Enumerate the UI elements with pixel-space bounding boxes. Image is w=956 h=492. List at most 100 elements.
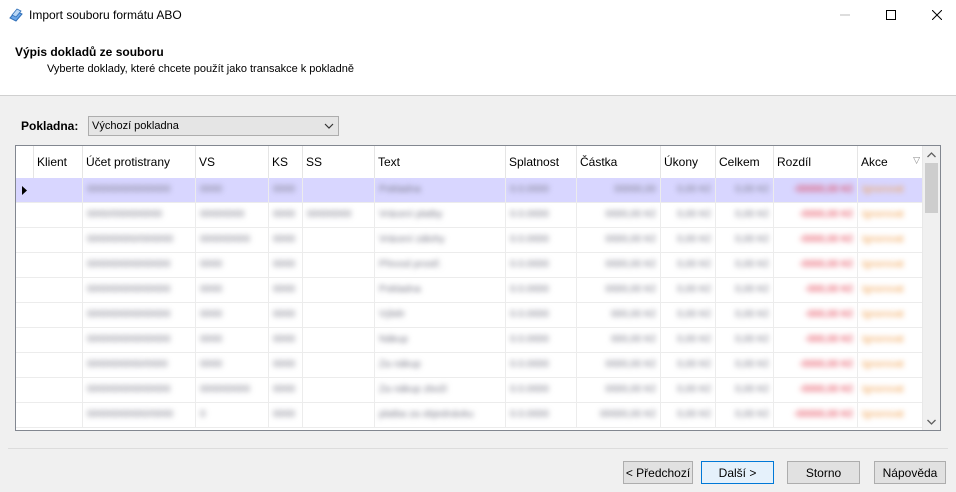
table-row[interactable]: 00000000000/0000 0 0000 platba za objednávk… [16, 403, 924, 428]
table-row[interactable]: 000000000000000 0000 0000 Převod prostř. 0.0… [16, 253, 924, 278]
cell-klient[interactable] [34, 278, 83, 303]
cell-ks[interactable]: 0000 [269, 353, 303, 378]
cell-klient[interactable] [34, 178, 83, 203]
table-row[interactable]: 000000000000000 0000 0000 Nákup 0.0.0000 000,… [16, 328, 924, 353]
cell-ks[interactable]: 0000 [269, 303, 303, 328]
cell-akce[interactable]: Ignorovat [858, 278, 924, 303]
cell-castka[interactable]: 0000,00 Kč [577, 278, 661, 303]
column-header-akce[interactable]: Akce ▽ [858, 146, 924, 178]
cell-akce[interactable]: Ignorovat [858, 203, 924, 228]
cell-celkem[interactable]: 0,00 Kč [716, 228, 774, 253]
table-row[interactable]: 0000/000000000 00000000 0000 00000000 Vrácen… [16, 203, 924, 228]
cell-klient[interactable] [34, 253, 83, 278]
cell-ucet[interactable]: 000000000000000 [83, 278, 196, 303]
cell-klient[interactable] [34, 203, 83, 228]
cell-vs[interactable]: 00000000 [196, 203, 269, 228]
cell-vs[interactable]: 0000 [196, 178, 269, 203]
cell-klient[interactable] [34, 378, 83, 403]
help-button[interactable]: Nápověda [874, 461, 946, 484]
cell-akce[interactable]: Ignorovat [858, 378, 924, 403]
table-row[interactable]: 000000000000000 000000000 0000 Za nákup zbo… [16, 378, 924, 403]
cell-vs[interactable]: 0000 [196, 303, 269, 328]
filter-icon[interactable]: ▽ [913, 155, 920, 166]
column-header-text[interactable]: Text [375, 146, 506, 178]
cell-ks[interactable]: 0000 [269, 278, 303, 303]
row-selector[interactable] [16, 353, 34, 378]
cell-celkem[interactable]: 0,00 Kč [716, 378, 774, 403]
cell-ss[interactable] [303, 353, 375, 378]
cell-text[interactable]: Za nákup [375, 353, 506, 378]
cell-rozdil[interactable]: -000,00 Kč [774, 278, 858, 303]
cell-ucet[interactable]: 000000000/000000 [83, 228, 196, 253]
cell-celkem[interactable]: 0,00 Kč [716, 178, 774, 203]
cell-ss[interactable]: 00000000 [303, 203, 375, 228]
cell-akce[interactable]: Ignorovat [858, 178, 924, 203]
cell-ks[interactable]: 0000 [269, 178, 303, 203]
cell-castka[interactable]: 00000,00 [577, 178, 661, 203]
vertical-scrollbar[interactable] [922, 146, 940, 430]
cell-celkem[interactable]: 0,00 Kč [716, 203, 774, 228]
cell-text[interactable]: Za nákup zboží [375, 378, 506, 403]
cell-klient[interactable] [34, 353, 83, 378]
cell-ks[interactable]: 0000 [269, 328, 303, 353]
cell-ucet[interactable]: 0000/000000000 [83, 203, 196, 228]
cell-rozdil[interactable]: -000,00 Kč [774, 303, 858, 328]
scroll-down-button[interactable] [923, 413, 940, 430]
row-selector[interactable] [16, 378, 34, 403]
cell-rozdil[interactable]: -0000,00 Kč [774, 203, 858, 228]
cell-splatnost[interactable]: 0.0.0000 [506, 178, 577, 203]
cancel-button[interactable]: Storno [787, 461, 860, 484]
cell-ss[interactable] [303, 403, 375, 428]
row-selector[interactable] [16, 328, 34, 353]
cell-ukony[interactable]: 0,00 Kč [661, 253, 716, 278]
cell-klient[interactable] [34, 303, 83, 328]
cell-celkem[interactable]: 0,00 Kč [716, 253, 774, 278]
cell-text[interactable]: Vrácení platby [375, 203, 506, 228]
cell-rozdil[interactable]: -0000,00 Kč [774, 228, 858, 253]
cell-ucet[interactable]: 000000000000000 [83, 303, 196, 328]
cell-castka[interactable]: 0000,00 Kč [577, 253, 661, 278]
cell-castka[interactable]: 0000,00 Kč [577, 353, 661, 378]
cell-ss[interactable] [303, 278, 375, 303]
cell-ukony[interactable]: 0,00 Kč [661, 378, 716, 403]
cell-splatnost[interactable]: 0.0.0000 [506, 303, 577, 328]
table-row[interactable]: 000000000000000 0000 0000 Pokladna 0.0.0000 0… [16, 178, 924, 203]
cell-ukony[interactable]: 0,00 Kč [661, 403, 716, 428]
cell-rozdil[interactable]: -0000,00 Kč [774, 378, 858, 403]
cell-akce[interactable]: Ignorovat [858, 353, 924, 378]
cell-splatnost[interactable]: 0.0.0000 [506, 278, 577, 303]
cell-akce[interactable]: Ignorovat [858, 228, 924, 253]
row-selector[interactable] [16, 278, 34, 303]
column-header-celkem[interactable]: Celkem [716, 146, 774, 178]
row-selector[interactable] [16, 178, 34, 203]
cell-vs[interactable]: 0000 [196, 253, 269, 278]
cell-ss[interactable] [303, 253, 375, 278]
cell-ukony[interactable]: 0,00 Kč [661, 328, 716, 353]
column-header-castka[interactable]: Částka [577, 146, 661, 178]
row-selector[interactable] [16, 303, 34, 328]
cell-ks[interactable]: 0000 [269, 203, 303, 228]
cell-ks[interactable]: 0000 [269, 403, 303, 428]
cell-vs[interactable]: 000000000 [196, 378, 269, 403]
cell-splatnost[interactable]: 0.0.0000 [506, 378, 577, 403]
cell-ukony[interactable]: 0,00 Kč [661, 203, 716, 228]
cell-text[interactable]: Výběr [375, 303, 506, 328]
cell-ucet[interactable]: 000000000000000 [83, 178, 196, 203]
cell-vs[interactable]: 0000 [196, 278, 269, 303]
column-header-ukony[interactable]: Úkony [661, 146, 716, 178]
next-button[interactable]: Další > [701, 461, 774, 484]
cell-splatnost[interactable]: 0.0.0000 [506, 403, 577, 428]
scroll-thumb[interactable] [925, 163, 938, 213]
row-selector[interactable] [16, 203, 34, 228]
cell-akce[interactable]: Ignorovat [858, 328, 924, 353]
cell-rozdil[interactable]: -0000,00 Kč [774, 353, 858, 378]
maximize-button[interactable] [868, 0, 914, 30]
cell-ks[interactable]: 0000 [269, 228, 303, 253]
column-header-rozdil[interactable]: Rozdíl [774, 146, 858, 178]
cell-akce[interactable]: Ignorovat [858, 403, 924, 428]
scroll-up-button[interactable] [923, 146, 940, 163]
cell-splatnost[interactable]: 0.0.0000 [506, 228, 577, 253]
cell-celkem[interactable]: 0,00 Kč [716, 403, 774, 428]
cell-castka[interactable]: 0000,00 Kč [577, 378, 661, 403]
cell-ss[interactable] [303, 378, 375, 403]
